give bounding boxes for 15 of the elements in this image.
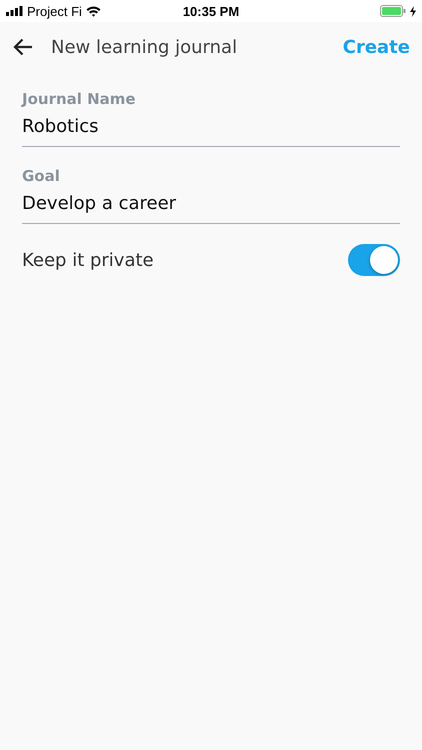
toggle-label: Keep it private [22,250,154,270]
text-field[interactable]: Goal Develop a career [22,167,400,224]
field-label: Goal [22,167,61,185]
text-field[interactable]: Journal Name Robotics [22,90,400,147]
battery-icon [380,5,406,17]
wifi-icon [86,6,101,16]
clock-time: 10:35 PM [182,4,240,18]
page-title: New learning journal [51,36,238,58]
field-label: Journal Name [22,90,137,108]
back-arrow-icon[interactable] [13,38,33,56]
field-value: Robotics [22,116,100,137]
field-value: Develop a career [22,193,178,214]
signal-icon [6,6,23,16]
carrier-name: Project Fi [27,4,82,18]
privacy-toggle[interactable] [348,244,400,276]
